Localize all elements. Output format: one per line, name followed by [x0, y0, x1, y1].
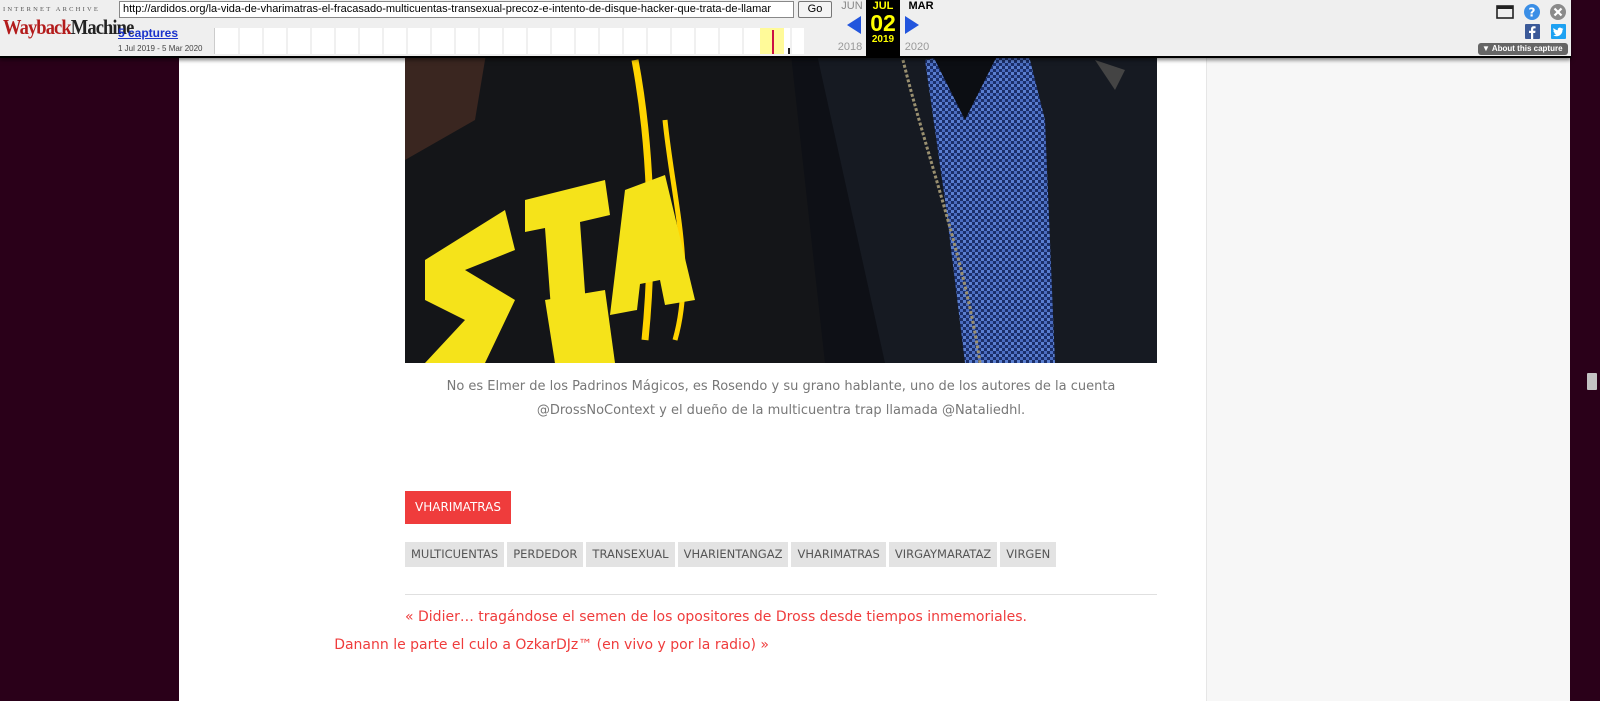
help-icon[interactable]: ? — [1523, 3, 1541, 21]
tag-multicuentas[interactable]: MULTICUENTAS — [405, 542, 505, 567]
tag-vharimatras[interactable]: VHARIMATRAS — [791, 542, 886, 567]
capture-date-range: 1 Jul 2019 - 5 Mar 2020 — [118, 44, 203, 53]
tag-vharientangaz[interactable]: VHARIENTANGAZ — [677, 542, 789, 567]
close-icon[interactable] — [1549, 3, 1567, 21]
next-month-label[interactable]: MAR — [904, 0, 938, 12]
about-capture-button[interactable]: ▼ About this capture — [1478, 43, 1568, 55]
previous-post-link[interactable]: « Didier… tragándose el semen de los opo… — [405, 609, 1027, 625]
image-caption: No es Elmer de los Padrinos Mágicos, es … — [446, 379, 1116, 418]
next-capture-arrow-icon[interactable] — [905, 16, 919, 34]
tag-virgaymarataz[interactable]: VIRGAYMARATAZ — [888, 542, 998, 567]
prev-month-label[interactable]: JUN — [835, 0, 869, 12]
twitter-icon[interactable] — [1551, 24, 1566, 39]
window-icon[interactable] — [1496, 4, 1514, 20]
prev-capture-arrow-icon[interactable] — [847, 16, 861, 34]
tag-list: MULTICUENTAS PERDEDOR TRANSEXUAL VHARIEN… — [405, 542, 1057, 567]
facebook-icon[interactable] — [1525, 24, 1540, 39]
divider — [405, 594, 1157, 595]
page-scrollbar[interactable] — [1584, 0, 1600, 701]
url-input[interactable]: http://ardidos.org/la-vida-de-vharimatra… — [119, 1, 794, 18]
logo-internet-archive: INTERNET ARCHIVE — [3, 6, 101, 13]
page-content: No es Elmer de los Padrinos Mágicos, es … — [179, 0, 1570, 701]
next-post-link[interactable]: Danann le parte el culo a OzkarDJz™ (en … — [334, 637, 769, 653]
tag-virgen[interactable]: VIRGEN — [1000, 542, 1057, 567]
logo-wordmark: WaybackMachine — [3, 15, 134, 39]
tag-transexual[interactable]: TRANSEXUAL — [586, 542, 675, 567]
svg-text:?: ? — [1529, 6, 1536, 20]
wayback-toolbar: INTERNET ARCHIVE WaybackMachine http://a… — [0, 0, 1571, 58]
next-year-label[interactable]: 2020 — [900, 41, 934, 53]
wayback-logo[interactable]: INTERNET ARCHIVE WaybackMachine — [3, 6, 134, 46]
sparkline-grid — [238, 28, 792, 54]
tag-perdedor[interactable]: PERDEDOR — [507, 542, 584, 567]
scrollbar-thumb[interactable] — [1587, 373, 1597, 390]
capture-sparkline[interactable] — [214, 28, 804, 54]
about-capture-label: About this capture — [1491, 44, 1563, 53]
current-capture-date: JUL 02 2019 — [866, 0, 900, 56]
sidebar — [1206, 0, 1570, 701]
sparkline-capture-tick — [788, 48, 790, 54]
captures-link[interactable]: 5 captures — [118, 26, 178, 40]
prev-year-label[interactable]: 2018 — [833, 41, 867, 53]
current-day: 02 — [870, 10, 896, 36]
sparkline-current-marker — [772, 30, 774, 54]
category-tag[interactable]: VHARIMATRAS — [405, 491, 511, 524]
go-button[interactable]: Go — [798, 1, 832, 18]
